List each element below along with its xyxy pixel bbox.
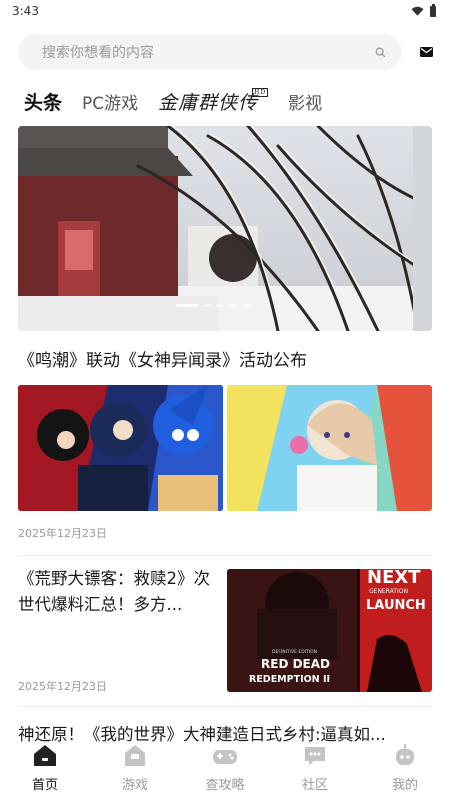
home-icon [34,745,56,766]
anime-character-image [227,385,432,511]
carousel-dot[interactable] [216,304,224,307]
carousel-dots [176,304,250,307]
nav-guides[interactable]: 查攻略 [190,742,260,793]
article-image-pair[interactable] [18,385,432,511]
search-input[interactable]: 搜索你想看的内容 [18,34,402,70]
rdr2-image[interactable]: DEFINITIVE EDITION RED DEAD REDEMPTION I… [227,569,432,692]
tab-jinyong-label: 金庸群侠传 [158,91,259,114]
nav-label: 首页 [31,778,58,793]
mail-icon[interactable] [420,47,433,57]
gamepad-icon [213,750,237,764]
status-icons [411,3,436,17]
article-date: 2025年12月23日 [18,680,107,693]
tab-film[interactable]: 影视 [288,89,322,114]
carousel-dot[interactable] [203,304,211,307]
launch-text: LAUNCH [366,598,426,613]
nav-label: 我的 [391,778,418,793]
article-title[interactable]: 《荒野大镖客：救赎2》次世代爆料汇总！多方... [18,566,218,618]
category-tabs: 头条 PC游戏 金庸群侠传 HD 影视 [24,86,322,116]
chat-bubble-icon [305,747,325,765]
carousel-dot[interactable] [176,304,198,307]
divider [18,706,432,707]
bottom-nav: 首页 游戏 查攻略 社区 我的 [0,742,450,800]
rdr2-title-text-2: REDEMPTION II [249,674,330,685]
nav-profile[interactable]: 我的 [370,742,440,793]
banner-carousel[interactable] [18,126,432,331]
battery-icon [430,3,436,17]
article-title[interactable]: 《鸣潮》联动《女神异闻录》活动公布 [18,346,307,371]
search-row: 搜索你想看的内容 [18,34,438,70]
search-placeholder: 搜索你想看的内容 [42,45,154,61]
status-time: 3:43 [12,4,39,18]
nextgen-text: NEXT [367,569,421,588]
nav-home[interactable]: 首页 [10,742,80,793]
tab-jinyong-logo[interactable]: 金庸群侠传 HD [158,87,269,115]
article-date: 2025年12月23日 [18,527,107,540]
carousel-dot[interactable] [229,304,237,307]
carousel-dot[interactable] [242,304,250,307]
nav-community[interactable]: 社区 [280,742,350,793]
robot-profile-icon [396,744,414,765]
rdr2-edition-text: DEFINITIVE EDITION [272,649,317,655]
wifi-icon [411,6,424,16]
game-store-icon [125,745,145,766]
nav-games[interactable]: 游戏 [100,742,170,793]
generation-text: GENERATION [369,588,408,595]
persona-sonic-image [18,385,223,511]
divider [18,555,432,556]
search-icon[interactable] [375,47,386,58]
nav-label: 游戏 [121,778,148,793]
nav-label: 社区 [301,778,328,793]
nav-label: 查攻略 [205,778,245,793]
tab-pc-games[interactable]: PC游戏 [82,89,138,114]
status-bar: 3:43 [0,0,450,22]
tab-headlines[interactable]: 头条 [24,88,62,115]
banner-image [18,126,432,331]
hd-badge: HD [252,87,269,97]
rdr2-title-text-1: RED DEAD [261,657,330,671]
